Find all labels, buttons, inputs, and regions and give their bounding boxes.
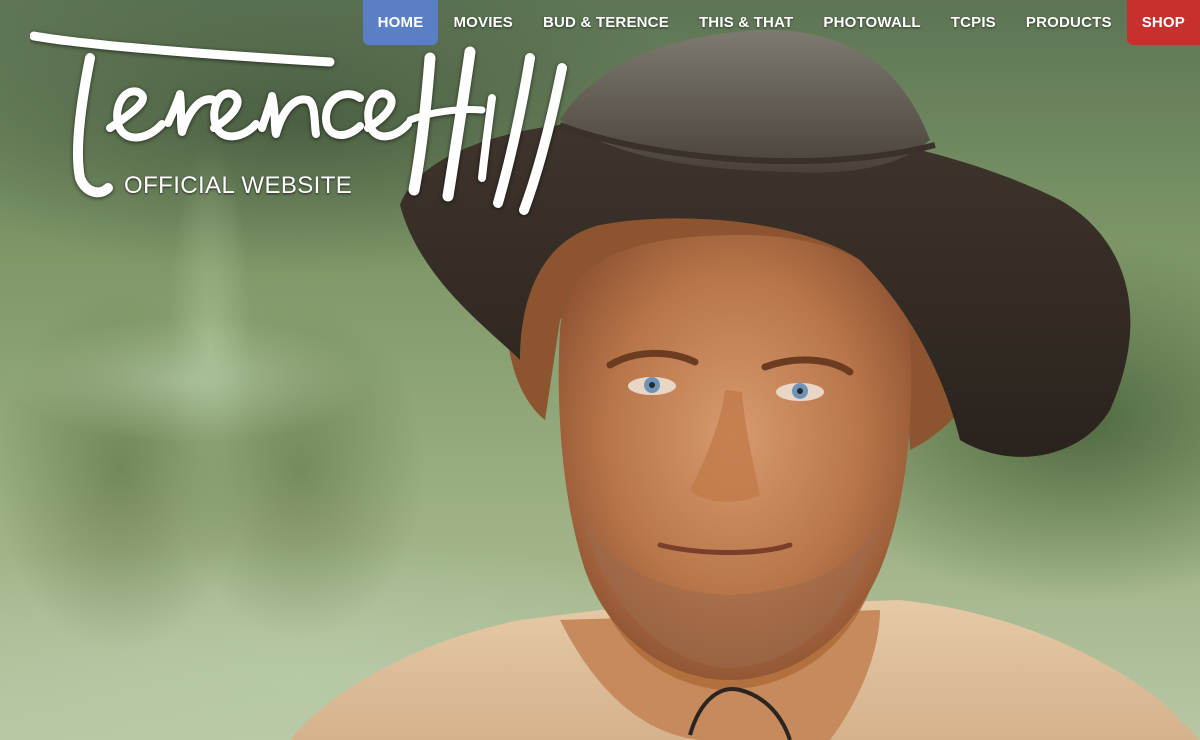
nav-products[interactable]: PRODUCTS — [1011, 0, 1127, 45]
logo-subtitle: OFFICIAL WEBSITE — [124, 172, 353, 199]
nav-shop-button[interactable]: SHOP — [1126, 0, 1200, 45]
nav-tcpis[interactable]: TCPIS — [936, 0, 1011, 45]
site-logo[interactable]: OFFICIAL WEBSITE — [30, 28, 570, 218]
nav-photowall[interactable]: PHOTOWALL — [808, 0, 935, 45]
nav-this-and-that[interactable]: THIS & THAT — [684, 0, 808, 45]
